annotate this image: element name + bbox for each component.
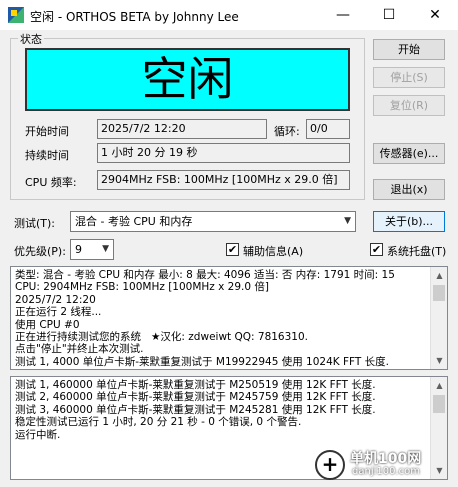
state-display: 空闲 xyxy=(25,48,350,111)
scroll-down-icon[interactable]: ▼ xyxy=(431,462,447,479)
chevron-down-icon: ▼ xyxy=(102,244,109,254)
window-title: 空闲 - ORTHOS BETA by Johnny Lee xyxy=(30,10,239,24)
test-log-content: 测试 1, 460000 单位卢卡斯-莱默重复测试于 M250519 使用 12… xyxy=(11,377,447,443)
watermark-site-url: danji100.com xyxy=(352,466,420,477)
status-group-label: 状态 xyxy=(18,31,44,47)
maximize-button[interactable]: ☐ xyxy=(366,0,412,30)
priority-select-value: 9 xyxy=(75,243,82,256)
info-log-scrollbar[interactable]: ▲ ▼ xyxy=(430,267,447,369)
sensors-button[interactable]: 传感器(e)... xyxy=(373,143,445,164)
log-line: 测试 3, 460000 单位卢卡斯-莱默重复测试于 M245281 使用 12… xyxy=(15,403,376,416)
test-select-value: 混合 - 考验 CPU 和内存 xyxy=(75,215,193,228)
test-select[interactable]: 混合 - 考验 CPU 和内存 ▼ xyxy=(70,211,356,232)
aux-info-label[interactable]: 辅助信息(A) xyxy=(243,243,303,259)
priority-label: 优先级(P): xyxy=(14,245,66,258)
duration-label: 持续时间 xyxy=(25,149,69,162)
log-line: 测试 1, 4000 单位卢卡斯-莱默重复测试于 M19922945 使用 10… xyxy=(15,355,389,368)
log-line: 2025/7/2 12:20 xyxy=(15,293,96,306)
test-label: 测试(T): xyxy=(14,217,56,230)
test-log-scrollbar[interactable]: ▲ ▼ xyxy=(430,377,447,479)
loop-label: 循环: xyxy=(274,125,300,138)
scroll-up-icon[interactable]: ▲ xyxy=(431,267,447,284)
duration-field: 1 小时 20 分 19 秒 xyxy=(97,143,350,163)
scroll-up-icon[interactable]: ▲ xyxy=(431,377,447,394)
watermark-site-name: 单机100网 xyxy=(350,451,422,467)
log-line: 测试 1, 460000 单位卢卡斯-莱默重复测试于 M250519 使用 12… xyxy=(15,379,376,391)
loop-field: 0/0 xyxy=(306,119,350,139)
log-line: 稳定性测试已运行 1 小时, 20 分 21 秒 - 0 个错误, 0 个警告. xyxy=(15,416,302,429)
exit-button[interactable]: 退出(x) xyxy=(373,179,445,200)
log-line: 正在进行持续测试您的系统 ★汉化: zdweiwt QQ: 7816310. xyxy=(15,331,308,344)
log-line: 运行中断. xyxy=(15,428,61,441)
tray-label[interactable]: 系统托盘(T) xyxy=(387,243,446,259)
log-line: 点击"停止"并终止本次测试. xyxy=(15,343,144,356)
start-time-field: 2025/7/2 12:20 xyxy=(97,119,267,139)
log-line: CPU: 2904MHz FSB: 100MHz [100MHz x 29.0 … xyxy=(15,281,269,294)
priority-select[interactable]: 9 ▼ xyxy=(70,239,114,260)
scroll-down-icon[interactable]: ▼ xyxy=(431,352,447,369)
info-log[interactable]: 类型: 混合 - 考验 CPU 和内存 最小: 8 最大: 4096 适当: 否… xyxy=(10,266,448,370)
start-button[interactable]: 开始 xyxy=(373,39,445,60)
tray-checkbox[interactable]: ✔ xyxy=(370,243,383,256)
chevron-down-icon: ▼ xyxy=(344,216,351,226)
scroll-thumb[interactable] xyxy=(433,395,445,413)
info-log-content: 类型: 混合 - 考验 CPU 和内存 最小: 8 最大: 4096 适当: 否… xyxy=(11,267,447,369)
close-button[interactable]: ✕ xyxy=(412,0,458,30)
log-line: 测试 2, 460000 单位卢卡斯-莱默重复测试于 M245759 使用 12… xyxy=(15,391,376,404)
log-line: 正在运行 2 线程... xyxy=(15,306,102,319)
cpu-freq-label: CPU 频率: xyxy=(25,176,77,189)
app-icon xyxy=(8,7,24,23)
stop-button[interactable]: 停止(S) xyxy=(373,67,445,88)
about-button[interactable]: 关于(b)... xyxy=(373,211,445,232)
minimize-button[interactable]: — xyxy=(320,0,366,30)
scroll-thumb[interactable] xyxy=(433,285,445,301)
reset-button[interactable]: 复位(R) xyxy=(373,95,445,116)
start-time-label: 开始时间 xyxy=(25,125,69,138)
aux-info-checkbox[interactable]: ✔ xyxy=(226,243,239,256)
log-line: 类型: 混合 - 考验 CPU 和内存 最小: 8 最大: 4096 适当: 否… xyxy=(15,269,395,281)
watermark-logo-icon: + xyxy=(315,450,345,480)
log-line: 使用 CPU #0 xyxy=(15,318,80,331)
cpu-freq-field: 2904MHz FSB: 100MHz [100MHz x 29.0 倍] xyxy=(97,170,350,190)
